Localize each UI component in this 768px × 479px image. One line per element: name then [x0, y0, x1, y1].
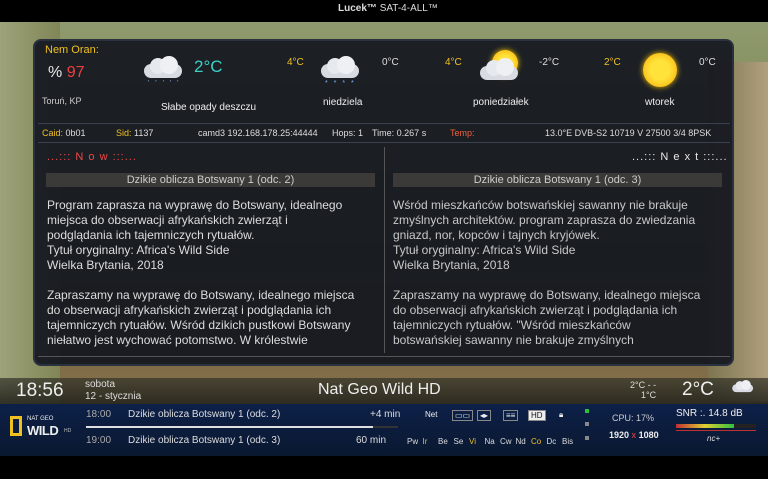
channel-temperature: 2°C [682, 379, 714, 400]
teletext-icon: ≡≡ [503, 410, 519, 421]
sid-info: Sid: 1137 [116, 128, 154, 138]
weather-city-label: Nem Oran: [45, 44, 99, 56]
video-resolution: 1920 x 1080 [609, 430, 659, 440]
hops-info: Hops: 1 [332, 128, 364, 138]
sun-icon [643, 53, 677, 87]
cas-flag: Na [484, 437, 495, 446]
time-info: Time: 0.267 s [372, 128, 427, 138]
cas-flag: Dc [546, 437, 557, 446]
now-event-title: Dzikie oblicza Botswany 1 (odc. 2) [46, 173, 375, 187]
panel-bottom-line [38, 356, 730, 357]
net-badge: Net [425, 410, 438, 419]
next-event-title: Dzikie oblicza Botswany 1 (odc. 3) [393, 173, 722, 187]
top-watermark: Lucek™ SAT-4-ALL™ [338, 3, 438, 14]
signal-line [676, 430, 756, 431]
snow-cloud-icon: * * * * [317, 56, 363, 87]
epg-next-time: 19:00 [86, 435, 112, 446]
status-led [585, 422, 589, 426]
next-heading: ...::: N e x t :::... [632, 151, 728, 163]
cas-flag: Bis [562, 437, 574, 446]
hd-badge: HD [528, 410, 546, 421]
forecast-day: niedziela [323, 97, 363, 108]
audio-icon: ◂▸ [477, 410, 492, 421]
clock: 18:56 [16, 380, 64, 401]
snr-value: SNR :. 14.8 dB [676, 408, 743, 419]
humidity-value: % 97 [48, 64, 85, 81]
forecast-day: poniedziałek [473, 97, 529, 108]
aspect-icon: ▭▭ [452, 410, 474, 421]
current-weather-desc: Słabe opady deszczu [161, 102, 257, 113]
transponder-info: 13.0°E DVB-S2 10719 V 27500 3/4 8PSK [545, 128, 712, 138]
next-event-description: Wśród mieszkańców botswańskiej sawanny n… [393, 198, 701, 347]
partly-sunny-icon [476, 50, 526, 80]
cas-flag: Ir [422, 437, 428, 446]
forecast-low: -2°C [539, 57, 560, 68]
temp-range: 2°C - -1°C [630, 380, 657, 400]
forecast-day: wtorek [645, 97, 675, 108]
forecast-high: 4°C [445, 57, 462, 68]
channel-name: Nat Geo Wild HD [318, 381, 441, 398]
epg-now-remaining: +4 min [370, 409, 401, 420]
forecast-high: 4°C [287, 57, 304, 68]
status-led [585, 436, 589, 440]
cas-flag: Pw [407, 437, 419, 446]
cas-flag: Vi [469, 437, 476, 446]
temp-label: Temp: [450, 128, 475, 138]
forecast-high: 2°C [604, 57, 621, 68]
cas-flag: Nd [515, 437, 526, 446]
weather-location: Toruń, KP [42, 96, 82, 106]
cas-flag: Cw [500, 437, 512, 446]
channel-logo: NAT GEO WILD HD [10, 416, 76, 440]
ecm-info: camd3 192.168.178.25:44444 [198, 128, 318, 138]
weekday: sobota [85, 379, 116, 390]
top-bar: Lucek™ SAT-4-ALL™ [0, 0, 768, 22]
cpu-usage: CPU: 17% [612, 413, 655, 423]
cloud-icon [730, 380, 755, 393]
cas-flag: Be [438, 437, 448, 446]
date: 12 - stycznia [85, 391, 142, 402]
forecast-low: 0°C [699, 57, 716, 68]
epg-next-duration: 60 min [356, 435, 387, 446]
epg-next-title: Dzikie oblicza Botswany 1 (odc. 3) [128, 435, 281, 446]
status-led [585, 409, 589, 413]
epg-now-time: 18:00 [86, 409, 112, 420]
caid-info: Caid: 0b01 [42, 128, 86, 138]
lock-icon: 🔒︎ [559, 410, 564, 419]
tuner-info-bar: Caid: 0b01 Sid: 1137 camd3 192.168.178.2… [38, 123, 730, 143]
program-progress-bar [86, 426, 398, 428]
epg-now-title: Dzikie oblicza Botswany 1 (odc. 2) [128, 409, 281, 420]
now-heading: ...::: N o w :::... [47, 151, 137, 163]
current-temperature: 2°C [194, 57, 223, 76]
now-event-description: Program zaprasza na wyprawę do Botswany,… [47, 198, 355, 347]
snr-bar [676, 424, 756, 428]
cas-flag: Co [531, 437, 542, 446]
column-divider [384, 147, 385, 353]
rain-cloud-icon: ' ' ' ' ' [140, 56, 186, 87]
bottom-black-strip [0, 456, 768, 479]
cas-flag: Se [453, 437, 464, 446]
provider-logo: nc+ [707, 434, 721, 443]
forecast-low: 0°C [382, 57, 399, 68]
